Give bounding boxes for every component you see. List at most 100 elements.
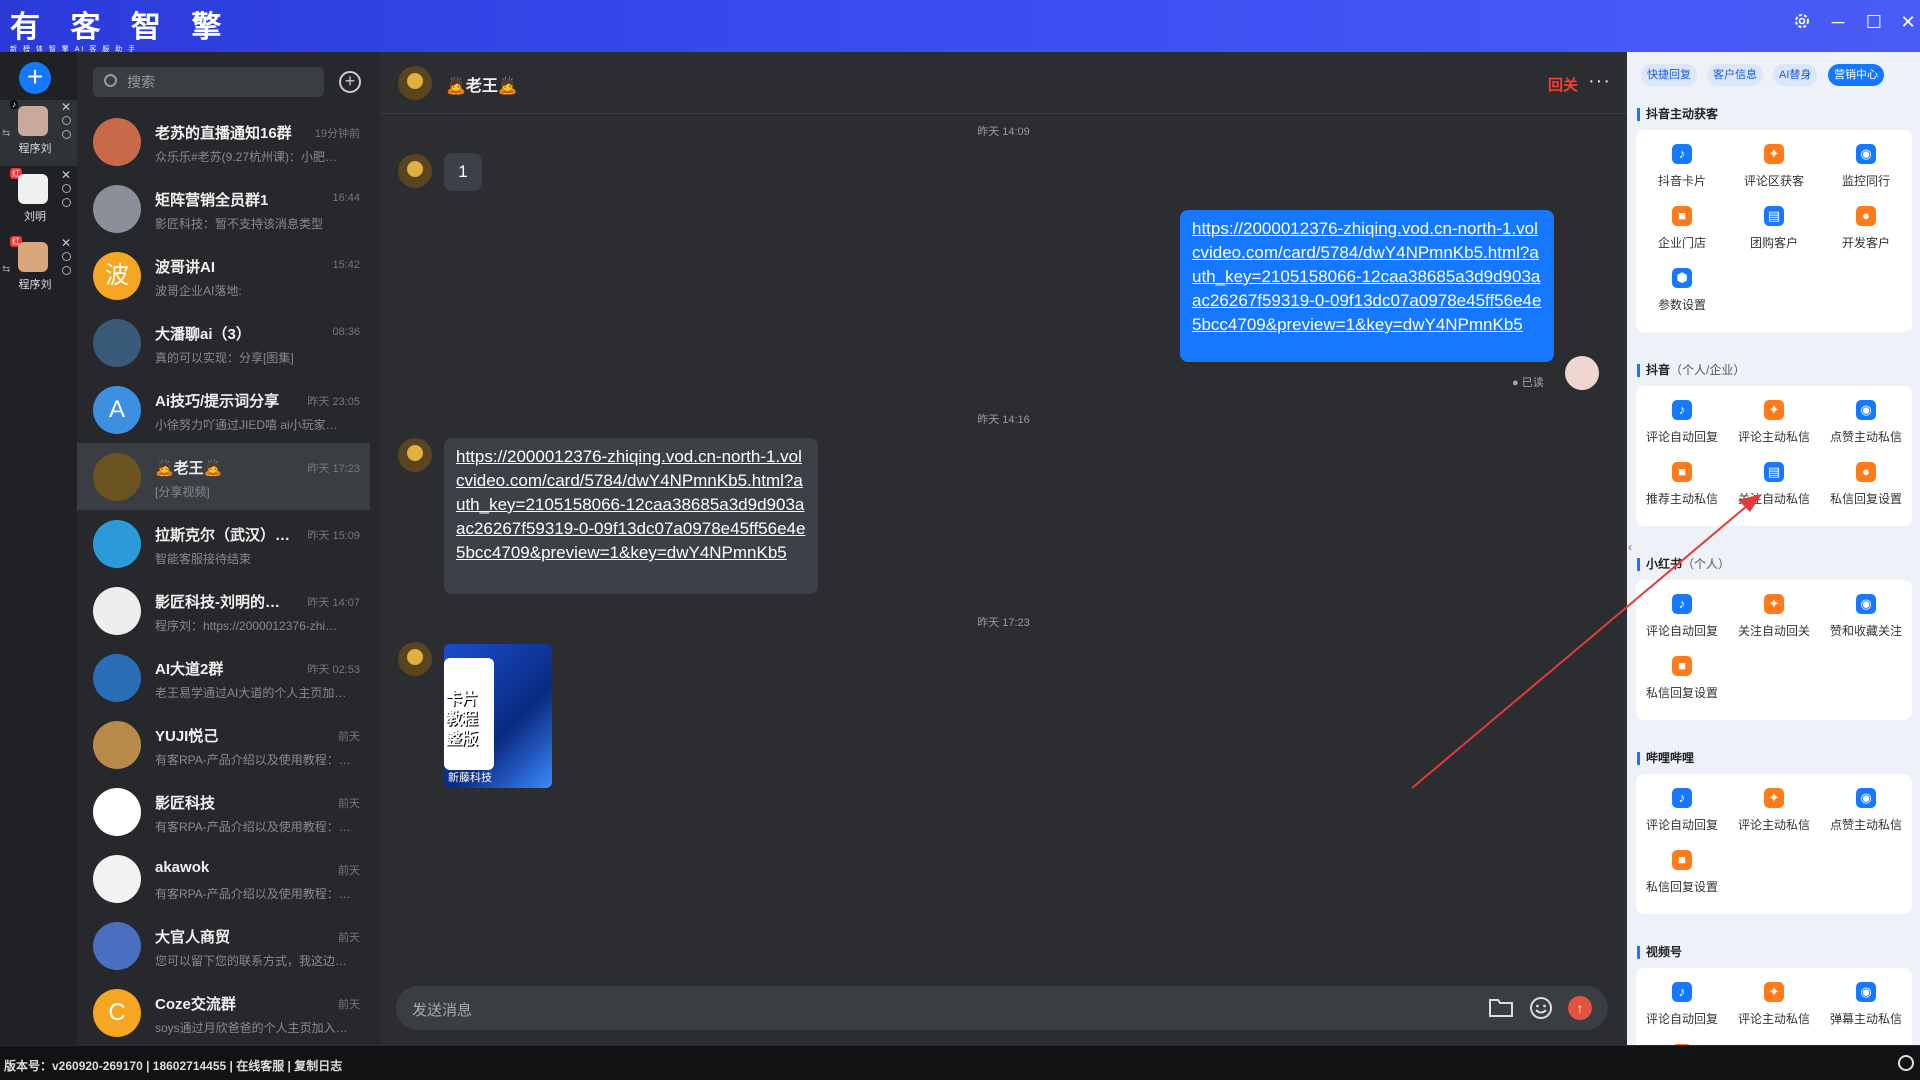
conversation-item[interactable]: akawok 前天 有客RPA-产品介绍以及使用教程：…	[77, 845, 370, 912]
tool-card: ♪ 评论自动回复 ✦ 评论主动私信 ◉ 点赞主动私信 ■ 私信回复设置	[1636, 774, 1912, 914]
tool-button[interactable]: ✦ 评论主动私信	[1728, 982, 1820, 1032]
settings-circle-icon[interactable]	[62, 116, 71, 125]
gear-icon[interactable]	[1790, 12, 1814, 35]
tool-label: 私信回复设置	[1645, 880, 1718, 894]
section-title: 抖音（个人/企业）	[1637, 364, 1745, 377]
tool-button[interactable]: ◉ 点赞主动私信	[1820, 788, 1912, 838]
tool-button[interactable]: ♪ 抖音卡片	[1636, 144, 1728, 194]
tool-button[interactable]: ♪ 评论自动回复	[1636, 788, 1728, 838]
tool-button[interactable]: ✦ 评论主动私信	[1728, 400, 1820, 450]
message-input[interactable]: 发送消息 ↑	[396, 986, 1608, 1030]
tab-marketing-center[interactable]: 营销中心	[1828, 64, 1884, 86]
tool-button[interactable]: ● 开发客户	[1820, 206, 1912, 256]
conversation-time: 前天	[338, 865, 360, 877]
tool-button[interactable]: ◉ 弹幕主动私信	[1820, 982, 1912, 1032]
account-item[interactable]: 红 ✕ 刘明	[0, 168, 77, 234]
tool-button[interactable]: ♪ 评论自动回复	[1636, 982, 1728, 1032]
account-item[interactable]: ♪ ⇆ ✕ 程序刘	[0, 100, 77, 166]
read-label: 已读	[1521, 377, 1544, 389]
add-account-button[interactable]: +	[19, 62, 51, 94]
refresh-icon[interactable]	[62, 266, 71, 275]
tool-button[interactable]: ✦ 关注自动回关	[1728, 594, 1820, 644]
conversation-preview: 小徐努力吖通过JIED嘻 ai小玩家…	[155, 418, 338, 432]
switch-icon: ⇆	[2, 264, 11, 275]
conversation-preview: 老王易学通过AI大道的个人主页加…	[155, 686, 347, 700]
tool-button[interactable]: ▤ 关注自动私信	[1728, 462, 1820, 512]
more-icon[interactable]: ···	[1588, 70, 1611, 93]
tool-button[interactable]: ▤ 团购客户	[1728, 206, 1820, 256]
conversation-item[interactable]: 影匠科技 前天 有客RPA-产品介绍以及使用教程：…	[77, 778, 370, 845]
tool-button[interactable]: ■ 私信回复设置	[1636, 850, 1728, 900]
close-icon[interactable]: ✕	[61, 168, 71, 182]
link-text[interactable]: https://2000012376-zhiqing.vod.cn-north-…	[1192, 219, 1541, 334]
avatar-initial: C	[108, 999, 126, 1026]
settings-circle-icon[interactable]	[62, 252, 71, 261]
tool-button[interactable]: ◉ 点赞主动私信	[1820, 400, 1912, 450]
conversation-item[interactable]: 矩阵营销全员群1 16:44 影匠科技：暂不支持该消息类型	[77, 175, 370, 242]
tab-quick-reply[interactable]: 快捷回复	[1641, 64, 1697, 86]
tool-button[interactable]: ◉ 赞和收藏关注	[1820, 594, 1912, 644]
conversation-item[interactable]: 大潘聊ai（3） 08:36 真的可以实现：分享[图集]	[77, 309, 370, 376]
conversation-item[interactable]: C Coze交流群 前天 soys通过月欣爸爸的个人主页加入…	[77, 979, 370, 1046]
conversation-name: Ai技巧/提示词分享	[155, 393, 280, 410]
refresh-icon[interactable]	[62, 130, 71, 139]
tool-label: 参数设置	[1657, 298, 1706, 312]
conversation-item[interactable]: YUJI悦己 前天 有客RPA-产品介绍以及使用教程：…	[77, 711, 370, 778]
tool-icon: ■	[1672, 656, 1692, 676]
avatar-initial: 波	[105, 262, 129, 289]
tool-label: 点赞主动私信	[1829, 430, 1902, 444]
status-bar: 版本号：v260920-269170 | 18602714455 | 在线客服 …	[0, 1045, 1920, 1080]
tool-label: 私信回复设置	[1829, 492, 1902, 506]
video-thumbnail[interactable]: 卡片 教程 整版 新藤科技	[444, 644, 552, 788]
collapse-panel-icon[interactable]: ‹	[1628, 540, 1632, 554]
refresh-icon[interactable]	[62, 198, 71, 207]
globe-icon[interactable]	[1898, 1055, 1914, 1071]
close-button[interactable]: ✕	[1896, 12, 1920, 33]
send-button[interactable]: ↑	[1568, 996, 1592, 1020]
tool-button[interactable]: ♪ 评论自动回复	[1636, 594, 1728, 644]
conversation-item[interactable]: AI大道2群 昨天 02:53 老王易学通过AI大道的个人主页加…	[77, 644, 370, 711]
follow-back-button[interactable]: 回关	[1548, 74, 1578, 95]
tool-icon: ♪	[1672, 144, 1692, 164]
conversation-item[interactable]: A Ai技巧/提示词分享 昨天 23:05 小徐努力吖通过JIED嘻 ai小玩家…	[77, 376, 370, 443]
settings-circle-icon[interactable]	[62, 184, 71, 193]
conversation-preview: [分享视频]	[155, 485, 210, 499]
conversation-preview: 真的可以实现：分享[图集]	[155, 351, 294, 365]
contact-avatar	[398, 154, 432, 188]
folder-icon[interactable]	[1488, 996, 1514, 1020]
maximize-button[interactable]: ☐	[1862, 12, 1886, 33]
conversation-item[interactable]: 拉斯克尔（武汉）… 昨天 15:09 智能客服接待结束	[77, 510, 370, 577]
account-item[interactable]: 红 ⇆ ✕ 程序刘	[0, 236, 77, 302]
tool-label: 团购客户	[1749, 236, 1798, 250]
tool-label: 抖音卡片	[1657, 174, 1706, 188]
conversation-preview: 您可以留下您的联系方式，我这边…	[155, 954, 348, 968]
tool-button[interactable]: ◉ 监控同行	[1820, 144, 1912, 194]
tab-ai-avatar[interactable]: AI替身	[1773, 64, 1818, 86]
conversation-item[interactable]: 🙇老王🙇 昨天 17:23 [分享视频]	[77, 443, 370, 510]
conversation-item[interactable]: 波 波哥讲AI 15:42 波哥企业AI落地:	[77, 242, 370, 309]
conversation-preview: 智能客服接待结束	[155, 552, 252, 566]
avatar	[93, 922, 141, 970]
tool-button[interactable]: ■ 私信回复设置	[1636, 656, 1728, 706]
tool-button[interactable]: ⬢ 参数设置	[1636, 268, 1728, 318]
conversation-preview: 有客RPA-产品介绍以及使用教程：…	[155, 820, 351, 834]
tool-button[interactable]: ■ 企业门店	[1636, 206, 1728, 256]
link-text[interactable]: https://2000012376-zhiqing.vod.cn-north-…	[456, 447, 805, 562]
search-input[interactable]: 搜索	[93, 67, 324, 97]
account-name: 程序刘	[18, 279, 52, 291]
minimize-button[interactable]: ─	[1826, 12, 1850, 33]
conversation-time: 15:42	[332, 259, 360, 271]
conversation-item[interactable]: 老苏的直播通知16群 19分钟前 众乐乐#老苏(9.27杭州课)：小肥…	[77, 108, 370, 175]
close-icon[interactable]: ✕	[61, 100, 71, 114]
tool-button[interactable]: ✦ 评论主动私信	[1728, 788, 1820, 838]
conversation-item[interactable]: 影匠科技-刘明的… 昨天 14:07 程序刘：https://2000012376-…	[77, 577, 370, 644]
tool-button[interactable]: ● 私信回复设置	[1820, 462, 1912, 512]
tool-button[interactable]: ✦ 评论区获客	[1728, 144, 1820, 194]
new-chat-button[interactable]: +	[339, 71, 361, 93]
close-icon[interactable]: ✕	[61, 236, 71, 250]
conversation-item[interactable]: 大官人商贸 前天 您可以留下您的联系方式，我这边…	[77, 912, 370, 979]
emoji-icon[interactable]	[1528, 996, 1554, 1020]
tab-customer-info[interactable]: 客户信息	[1707, 64, 1763, 86]
tool-button[interactable]: ■ 推荐主动私信	[1636, 462, 1728, 512]
tool-button[interactable]: ♪ 评论自动回复	[1636, 400, 1728, 450]
